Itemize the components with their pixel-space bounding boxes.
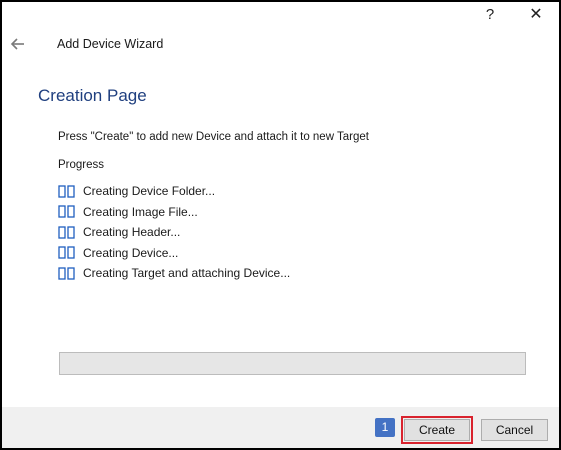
instruction-text: Press "Create" to add new Device and att… bbox=[58, 131, 369, 143]
step-label: Creating Header... bbox=[83, 225, 181, 240]
pending-step-icon bbox=[58, 267, 75, 280]
step-item: Creating Target and attaching Device... bbox=[58, 263, 290, 284]
step-label: Creating Image File... bbox=[83, 204, 198, 219]
back-button[interactable] bbox=[6, 32, 28, 56]
step-label: Creating Target and attaching Device... bbox=[83, 266, 291, 281]
close-button[interactable]: ✕ bbox=[516, 4, 556, 28]
step-list: Creating Device Folder... Creating Image… bbox=[58, 181, 290, 284]
progress-bar bbox=[59, 352, 526, 375]
footer-bar bbox=[2, 407, 559, 448]
create-button[interactable]: Create bbox=[401, 416, 473, 444]
progress-label: Progress bbox=[58, 159, 105, 171]
wizard-window: ? ✕ Add Device Wizard Creation Page Pres… bbox=[0, 0, 561, 450]
pending-step-icon bbox=[58, 205, 75, 218]
pending-step-icon bbox=[58, 185, 75, 198]
pending-step-icon bbox=[58, 226, 75, 239]
step-item: Creating Device Folder... bbox=[58, 181, 290, 202]
back-arrow-icon bbox=[10, 38, 24, 50]
help-button[interactable]: ? bbox=[470, 4, 510, 28]
page-title: Creation Page bbox=[38, 86, 147, 105]
step-item: Creating Device... bbox=[58, 243, 290, 264]
step-label: Creating Device... bbox=[83, 245, 179, 260]
step-label: Creating Device Folder... bbox=[83, 184, 216, 199]
cancel-button[interactable]: Cancel bbox=[481, 419, 548, 441]
step-item: Creating Image File... bbox=[58, 202, 290, 223]
step-badge: 1 bbox=[375, 418, 395, 437]
wizard-title: Add Device Wizard bbox=[57, 37, 164, 51]
pending-step-icon bbox=[58, 246, 75, 259]
step-item: Creating Header... bbox=[58, 222, 290, 243]
